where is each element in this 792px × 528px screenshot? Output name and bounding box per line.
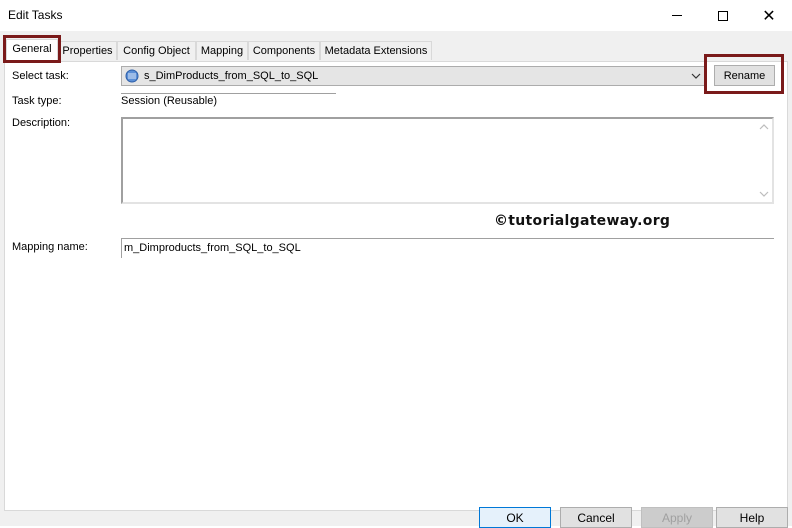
tab-label: Config Object <box>123 45 190 57</box>
mapping-name-label: Mapping name: <box>12 241 88 253</box>
help-button[interactable]: Help <box>716 507 788 528</box>
select-task-value: s_DimProducts_from_SQL_to_SQL <box>144 70 319 82</box>
description-textarea[interactable] <box>121 117 774 204</box>
tab-label: Components <box>252 45 316 57</box>
select-task-label: Select task: <box>12 70 69 82</box>
select-task-dropdown[interactable]: s_DimProducts_from_SQL_to_SQL <box>121 66 707 86</box>
tab-properties[interactable]: Properties <box>58 41 117 60</box>
tab-config-object[interactable]: Config Object <box>117 41 196 60</box>
tab-general[interactable]: General <box>6 39 58 61</box>
session-icon <box>125 69 139 83</box>
apply-button[interactable]: Apply <box>641 507 713 528</box>
close-button[interactable]: ✕ <box>746 0 792 31</box>
rename-button[interactable]: Rename <box>714 65 775 86</box>
mapping-name-value: m_Dimproducts_from_SQL_to_SQL <box>124 242 301 254</box>
ok-button[interactable]: OK <box>479 507 551 528</box>
tab-label: Metadata Extensions <box>324 45 428 57</box>
watermark-text: ©tutorialgateway.org <box>494 213 671 229</box>
close-icon: ✕ <box>762 7 776 25</box>
tab-components[interactable]: Components <box>248 41 320 60</box>
scroll-up-icon[interactable] <box>759 123 769 131</box>
tab-metadata-extensions[interactable]: Metadata Extensions <box>320 41 432 60</box>
tab-label: Mapping <box>200 45 244 57</box>
minimize-button[interactable] <box>654 0 700 31</box>
cancel-button[interactable]: Cancel <box>560 507 632 528</box>
mapping-name-field: m_Dimproducts_from_SQL_to_SQL <box>121 238 774 258</box>
minimize-icon <box>672 15 682 16</box>
window-title: Edit Tasks <box>8 8 63 22</box>
task-type-underline <box>121 93 336 94</box>
tab-label: General <box>12 43 52 55</box>
tab-strip: General Properties Config Object Mapping… <box>0 39 792 62</box>
tab-mapping[interactable]: Mapping <box>196 41 248 60</box>
task-type-label: Task type: <box>12 95 62 107</box>
title-bar: Edit Tasks ✕ <box>0 0 792 31</box>
tab-label: Properties <box>62 45 113 57</box>
maximize-button[interactable] <box>700 0 746 31</box>
chevron-down-icon <box>691 73 701 79</box>
scroll-down-icon[interactable] <box>759 190 769 198</box>
maximize-icon <box>718 10 728 21</box>
task-type-value: Session (Reusable) <box>121 95 217 107</box>
dialog-body: General Properties Config Object Mapping… <box>0 31 792 526</box>
description-label: Description: <box>12 117 71 129</box>
